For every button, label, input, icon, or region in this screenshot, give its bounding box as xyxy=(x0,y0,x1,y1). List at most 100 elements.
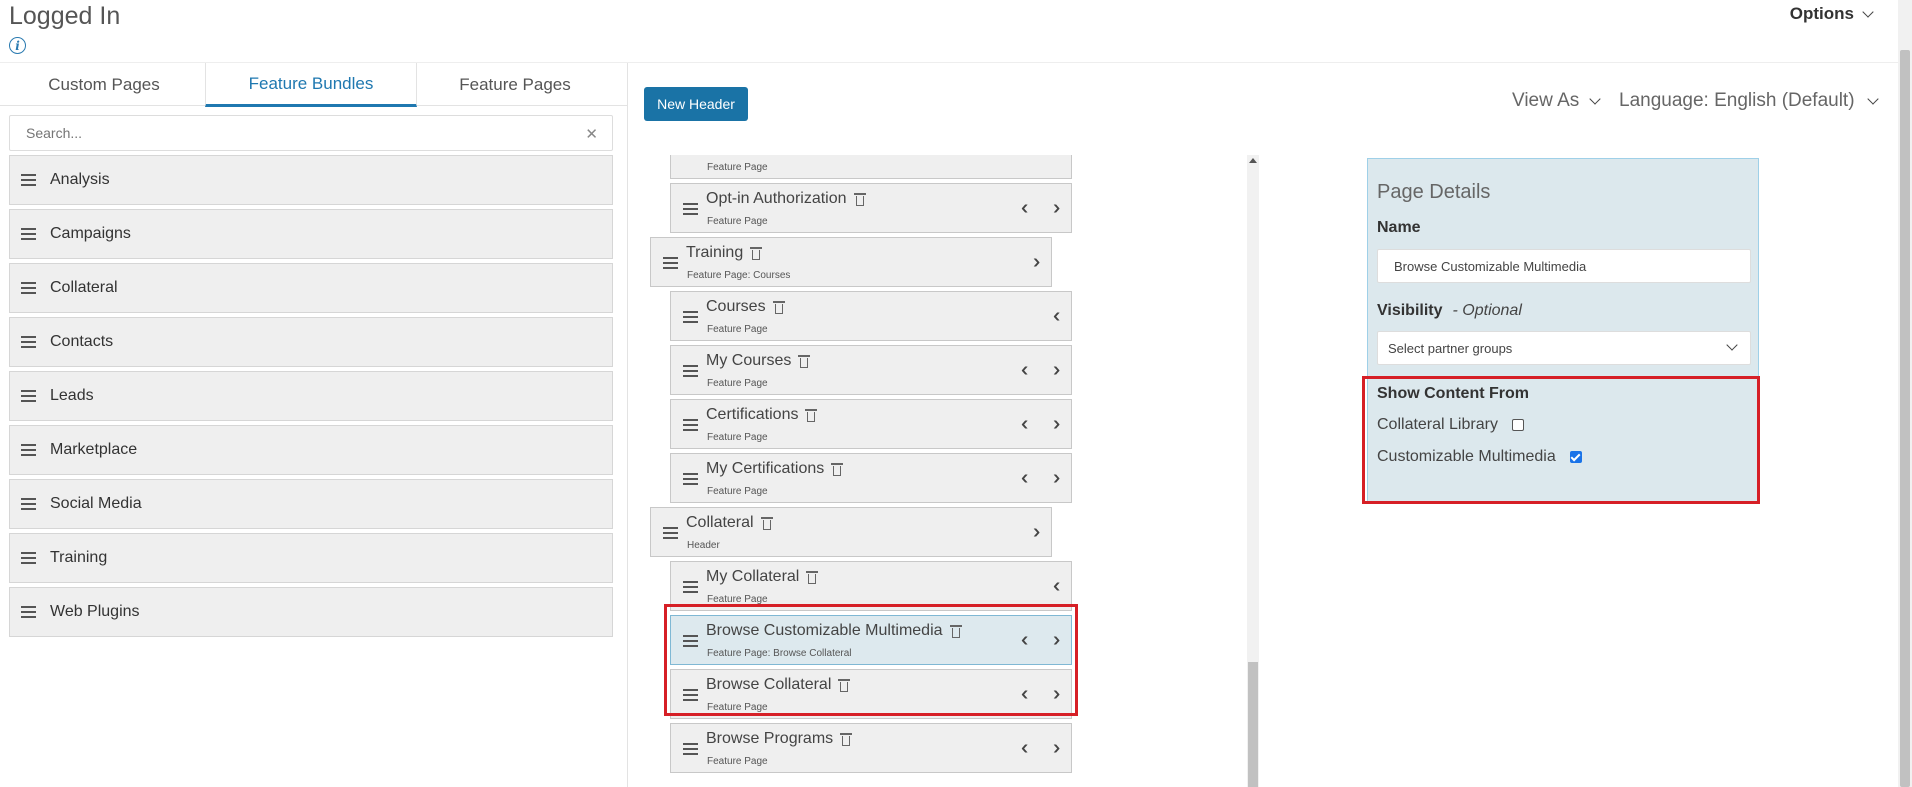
trash-icon[interactable] xyxy=(772,300,785,315)
search-box: ✕ xyxy=(9,115,613,151)
drag-handle-icon[interactable] xyxy=(21,606,36,618)
language-dropdown[interactable]: Language: English (Default) xyxy=(1619,90,1879,112)
bundle-item-training[interactable]: Training xyxy=(9,533,613,583)
drag-handle-icon[interactable] xyxy=(683,203,698,215)
partner-groups-select[interactable]: Select partner groups xyxy=(1377,331,1751,365)
drag-handle-icon[interactable] xyxy=(683,581,698,593)
new-header-button[interactable]: New Header xyxy=(644,87,748,121)
tree-node-collateral-header[interactable]: Collateral Header ›› xyxy=(650,507,1052,557)
highlight-box xyxy=(1362,376,1760,504)
tree-node-courses[interactable]: Courses Feature Page ‹‹ xyxy=(670,291,1072,341)
trash-icon[interactable] xyxy=(760,516,773,531)
drag-handle-icon[interactable] xyxy=(663,257,678,269)
tree-node-opt-in-authorization[interactable]: Opt-in Authorization Feature Page ‹‹ ›› xyxy=(670,183,1072,233)
trash-icon[interactable] xyxy=(806,570,819,585)
drag-handle-icon[interactable] xyxy=(21,498,36,510)
chevron-double-right-icon[interactable]: ›› xyxy=(1053,414,1062,434)
chevron-double-right-icon[interactable]: ›› xyxy=(1053,198,1062,218)
tree-scrollbar-thumb[interactable] xyxy=(1248,662,1258,787)
chevron-down-icon xyxy=(1862,5,1874,18)
tree-node-certifications[interactable]: Certifications Feature Page ‹‹ ›› xyxy=(670,399,1072,449)
tree-node-my-certifications[interactable]: My Certifications Feature Page ‹‹ ›› xyxy=(670,453,1072,503)
trash-icon[interactable] xyxy=(840,732,853,747)
bundle-label: Collateral xyxy=(50,279,118,296)
tree-node-title: Opt-in Authorization xyxy=(706,190,847,207)
tab-feature-pages[interactable]: Feature Pages xyxy=(418,63,612,107)
chevron-double-left-icon[interactable]: ‹‹ xyxy=(1021,468,1030,488)
scroll-up-arrow-icon[interactable] xyxy=(1249,158,1257,163)
view-as-label: View As xyxy=(1512,90,1580,111)
partner-groups-value: Select partner groups xyxy=(1388,340,1513,356)
drag-handle-icon[interactable] xyxy=(663,527,678,539)
trash-icon[interactable] xyxy=(853,192,866,207)
tree-node[interactable]: Feature Page ‹‹ ›› xyxy=(670,155,1072,179)
tree-node-title: Courses xyxy=(706,298,766,315)
bundle-item-collateral[interactable]: Collateral xyxy=(9,263,613,313)
page-scrollbar-thumb[interactable] xyxy=(1900,50,1910,787)
drag-handle-icon[interactable] xyxy=(21,282,36,294)
close-icon[interactable]: ✕ xyxy=(585,125,598,143)
chevron-double-left-icon[interactable]: ‹‹ xyxy=(1021,738,1030,758)
highlight-box xyxy=(664,604,1078,716)
options-menu[interactable]: Options xyxy=(1790,4,1874,24)
tree-node-type: Feature Page xyxy=(707,162,768,173)
tree-node-browse-programs[interactable]: Browse Programs Feature Page ‹‹ ›› xyxy=(670,723,1072,773)
chevron-double-left-icon[interactable]: ‹‹ xyxy=(1053,306,1062,326)
visibility-label: Visibility - Optional xyxy=(1377,302,1522,320)
drag-handle-icon[interactable] xyxy=(683,743,698,755)
language-label: Language: English (Default) xyxy=(1619,90,1855,111)
chevron-double-left-icon[interactable]: ‹‹ xyxy=(1021,360,1030,380)
tab-custom-pages[interactable]: Custom Pages xyxy=(0,63,208,107)
bundle-item-marketplace[interactable]: Marketplace xyxy=(9,425,613,475)
trash-icon[interactable] xyxy=(750,246,763,261)
chevron-double-right-icon[interactable]: ›› xyxy=(1053,468,1062,488)
bundle-label: Campaigns xyxy=(50,225,131,242)
tree-node-type: Feature Page xyxy=(707,378,768,389)
bundle-item-campaigns[interactable]: Campaigns xyxy=(9,209,613,259)
chevron-double-right-icon[interactable]: ›› xyxy=(1033,252,1042,272)
name-field[interactable]: Browse Customizable Multimedia xyxy=(1377,249,1751,283)
trash-icon[interactable] xyxy=(831,462,844,477)
chevron-double-left-icon[interactable]: ‹‹ xyxy=(1053,576,1062,596)
bundle-label: Social Media xyxy=(50,495,142,512)
tree-node-my-courses[interactable]: My Courses Feature Page ‹‹ ›› xyxy=(670,345,1072,395)
bundle-label: Marketplace xyxy=(50,441,138,458)
bundle-item-web-plugins[interactable]: Web Plugins xyxy=(9,587,613,637)
tree-node-title: Browse Programs xyxy=(706,730,834,747)
trash-icon[interactable] xyxy=(798,354,811,369)
drag-handle-icon[interactable] xyxy=(683,473,698,485)
tree-node-training[interactable]: Training Feature Page: Courses ›› xyxy=(650,237,1052,287)
chevron-double-left-icon[interactable]: ‹‹ xyxy=(1021,414,1030,434)
chevron-double-left-icon[interactable]: ‹‹ xyxy=(1021,198,1030,218)
bundle-label: Leads xyxy=(50,387,94,404)
drag-handle-icon[interactable] xyxy=(21,174,36,186)
search-input[interactable] xyxy=(10,116,550,150)
info-icon[interactable]: i xyxy=(9,37,26,54)
name-label: Name xyxy=(1377,219,1421,236)
drag-handle-icon[interactable] xyxy=(683,311,698,323)
chevron-double-right-icon[interactable]: ›› xyxy=(1033,522,1042,542)
drag-handle-icon[interactable] xyxy=(21,336,36,348)
drag-handle-icon[interactable] xyxy=(21,390,36,402)
tab-feature-bundles[interactable]: Feature Bundles xyxy=(205,63,417,107)
view-as-dropdown[interactable]: View As xyxy=(1512,90,1601,112)
tab-bar: Custom Pages Feature Bundles Feature Pag… xyxy=(0,62,627,107)
bundle-item-social-media[interactable]: Social Media xyxy=(9,479,613,529)
bundle-label: Training xyxy=(50,549,108,566)
drag-handle-icon[interactable] xyxy=(21,444,36,456)
bundle-item-analysis[interactable]: Analysis xyxy=(9,155,613,205)
drag-handle-icon[interactable] xyxy=(683,419,698,431)
bundle-item-contacts[interactable]: Contacts xyxy=(9,317,613,367)
trash-icon[interactable] xyxy=(805,408,818,423)
navigation-tree: Feature Page ‹‹ ›› Opt-in Authorization … xyxy=(648,155,1078,787)
drag-handle-icon[interactable] xyxy=(21,228,36,240)
tree-node-title: My Courses xyxy=(706,352,792,369)
drag-handle-icon[interactable] xyxy=(683,365,698,377)
drag-handle-icon[interactable] xyxy=(21,552,36,564)
bundle-item-leads[interactable]: Leads xyxy=(9,371,613,421)
chevron-double-right-icon[interactable]: ›› xyxy=(1053,738,1062,758)
tree-node-type: Header xyxy=(687,540,720,551)
tree-node-type: Feature Page xyxy=(707,216,768,227)
panel-divider xyxy=(627,62,628,787)
chevron-double-right-icon[interactable]: ›› xyxy=(1053,360,1062,380)
